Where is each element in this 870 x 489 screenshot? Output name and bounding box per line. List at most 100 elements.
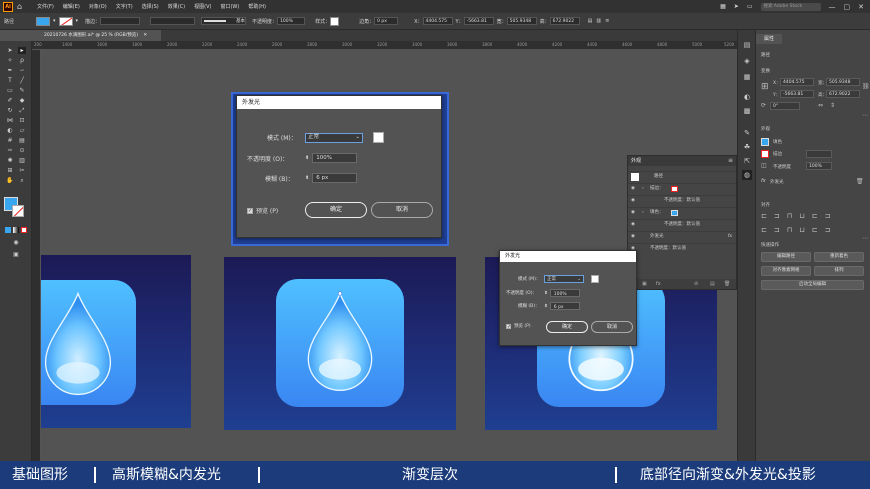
appearance-row-fill-opacity[interactable]: ◉ 不透明度：默认值 bbox=[628, 219, 736, 229]
mode-select[interactable]: 正常 ⌄ bbox=[305, 132, 363, 143]
eyedropper-icon[interactable]: ✑ bbox=[6, 147, 14, 154]
export-icon[interactable]: ⇱ bbox=[742, 156, 752, 166]
width-tool-icon[interactable]: ⋈ bbox=[6, 117, 14, 124]
layout-icon[interactable]: ▭ bbox=[747, 3, 753, 10]
close-tab-icon[interactable]: ✕ bbox=[143, 33, 147, 38]
color-mode-icon[interactable] bbox=[5, 227, 11, 233]
new-fill-icon[interactable]: fx bbox=[656, 279, 661, 289]
gradient-tool-icon[interactable]: ▤ bbox=[18, 137, 26, 144]
fill-swatch[interactable] bbox=[671, 210, 678, 216]
eye-icon[interactable]: ◉ bbox=[631, 184, 635, 194]
magic-wand-icon[interactable]: ✧ bbox=[6, 57, 14, 64]
delete-icon[interactable]: 🗑 bbox=[724, 279, 730, 289]
pen-tool-icon[interactable]: ✒ bbox=[6, 67, 14, 74]
chevron-right-icon[interactable]: › bbox=[642, 184, 644, 194]
menu-view[interactable]: 视图(V) bbox=[194, 3, 211, 10]
selection-tool-icon[interactable]: ➤ bbox=[6, 47, 14, 54]
align-vcenter-icon[interactable]: ⊏ bbox=[812, 212, 825, 220]
appearance-row-stroke[interactable]: ◉ › 描边： bbox=[628, 183, 736, 193]
opacity-input[interactable]: 100% bbox=[549, 289, 580, 297]
color-icon[interactable]: ◐ bbox=[742, 92, 752, 102]
stroke-none-swatch[interactable] bbox=[671, 186, 678, 192]
w-field[interactable]: 505.9348 bbox=[506, 17, 537, 25]
eye-icon[interactable]: ◉ bbox=[631, 220, 635, 230]
workspace-icon[interactable]: ▦ bbox=[720, 3, 726, 10]
blend-tool-icon[interactable]: ⊙ bbox=[18, 147, 26, 154]
stepper-icon[interactable]: ⬍ bbox=[305, 175, 309, 181]
appearance-row-path[interactable]: 路径 bbox=[628, 171, 736, 181]
send-icon[interactable]: ➤ bbox=[734, 3, 739, 10]
type-tool-icon[interactable]: T bbox=[6, 77, 14, 84]
home-icon[interactable]: ⌂ bbox=[17, 2, 27, 12]
appearance-row-outer-glow[interactable]: ◉ 外发光 fx bbox=[628, 231, 736, 241]
artboard-1[interactable] bbox=[41, 255, 191, 428]
stroke-color-box[interactable] bbox=[12, 205, 24, 217]
mesh-tool-icon[interactable]: # bbox=[6, 137, 14, 144]
hand-tool-icon[interactable]: ✋ bbox=[6, 177, 14, 184]
flip-v-icon[interactable]: ⇕ bbox=[830, 102, 835, 109]
none-mode-icon[interactable] bbox=[21, 227, 27, 233]
fill-swatch[interactable] bbox=[36, 16, 50, 26]
blur-input[interactable]: 6 px bbox=[312, 173, 358, 183]
distribute-1-icon[interactable]: ⊏ bbox=[761, 226, 774, 234]
glow-color-swatch[interactable] bbox=[591, 275, 599, 283]
symbols-icon[interactable]: ☘ bbox=[742, 142, 752, 152]
eye-icon[interactable]: ◉ bbox=[631, 196, 635, 206]
cancel-button[interactable]: 取消 bbox=[591, 321, 633, 333]
eraser-tool-icon[interactable]: ◆ bbox=[18, 97, 26, 104]
brush-tool-icon[interactable]: ✎ bbox=[18, 87, 26, 94]
align-left-icon[interactable]: ⊏ bbox=[761, 212, 774, 220]
clear-icon[interactable]: ⊘ bbox=[694, 279, 698, 289]
glow-color-swatch[interactable] bbox=[373, 132, 384, 143]
app-icon-1[interactable] bbox=[41, 280, 136, 405]
lasso-icon[interactable]: ρ bbox=[18, 57, 26, 64]
artboard-2[interactable] bbox=[224, 257, 456, 430]
h-field[interactable]: 672.9022 bbox=[549, 17, 580, 25]
graph-tool-icon[interactable]: ▥ bbox=[18, 157, 26, 164]
style-swatch[interactable] bbox=[330, 16, 340, 26]
line-tool-icon[interactable]: ╱ bbox=[18, 77, 26, 84]
screen-mode-icon[interactable]: ▣ bbox=[12, 251, 20, 258]
gradient-mode-icon[interactable] bbox=[13, 227, 19, 233]
mode-select[interactable]: 正常 ⌄ bbox=[544, 275, 584, 283]
duplicate-icon[interactable]: ▤ bbox=[710, 279, 715, 289]
dropdown-icon[interactable]: ▾ bbox=[76, 18, 79, 24]
menu-type[interactable]: 文字(T) bbox=[116, 3, 133, 10]
direct-selection-icon[interactable]: ▸ bbox=[18, 47, 26, 54]
stock-search-input[interactable]: 搜索 Adobe Stock bbox=[760, 2, 821, 11]
menu-object[interactable]: 对象(O) bbox=[89, 3, 107, 10]
link-icon[interactable]: ⛓ bbox=[862, 83, 870, 90]
opacity-field[interactable]: 100% bbox=[277, 17, 306, 25]
menu-file[interactable]: 文件(F) bbox=[37, 3, 54, 10]
w-field[interactable]: 505.9348 bbox=[826, 78, 860, 86]
properties-icon[interactable]: ▤ bbox=[742, 40, 752, 50]
eye-icon[interactable]: ◉ bbox=[631, 232, 635, 242]
align-pixel-button[interactable]: 对齐像素网格 bbox=[761, 266, 811, 276]
menu-select[interactable]: 选择(S) bbox=[142, 3, 159, 10]
edit-path-button[interactable]: 编辑路径 bbox=[761, 252, 811, 262]
free-transform-icon[interactable]: ⊡ bbox=[18, 117, 26, 124]
scale-tool-icon[interactable]: ⤢ bbox=[18, 107, 26, 114]
close-icon[interactable]: ✕ bbox=[858, 3, 864, 11]
new-stroke-icon[interactable]: ▣ bbox=[642, 279, 647, 289]
stroke-style-field[interactable]: 基本 bbox=[201, 17, 247, 25]
ok-button[interactable]: 确定 bbox=[305, 202, 367, 218]
eye-icon[interactable]: ◉ bbox=[631, 208, 635, 218]
preview-checkbox[interactable]: ✓ bbox=[506, 323, 511, 329]
stepper-icon[interactable]: ⬍ bbox=[305, 155, 309, 161]
menu-effect[interactable]: 效果(C) bbox=[168, 3, 185, 10]
slice-tool-icon[interactable]: ✂ bbox=[18, 167, 26, 174]
curvature-icon[interactable]: ∽ bbox=[18, 67, 26, 74]
layers-icon[interactable]: ◈ bbox=[742, 56, 752, 66]
dropdown-icon[interactable]: ▾ bbox=[53, 18, 56, 24]
minimize-icon[interactable]: — bbox=[829, 3, 836, 11]
distribute-4-icon[interactable]: ⊔ bbox=[799, 226, 811, 234]
rotate-icon[interactable]: ⟳ bbox=[761, 102, 766, 109]
fill-swatch[interactable] bbox=[761, 138, 769, 146]
more-align-icon[interactable]: ⋯ bbox=[862, 235, 868, 242]
artboard-tool-icon[interactable]: ⊞ bbox=[6, 167, 14, 174]
stroke-weight-field[interactable] bbox=[806, 150, 832, 158]
arrange-button[interactable]: 排列 bbox=[814, 266, 864, 276]
distribute-5-icon[interactable]: ⊏ bbox=[812, 226, 825, 234]
y-field[interactable]: -5663.81 bbox=[463, 17, 494, 25]
